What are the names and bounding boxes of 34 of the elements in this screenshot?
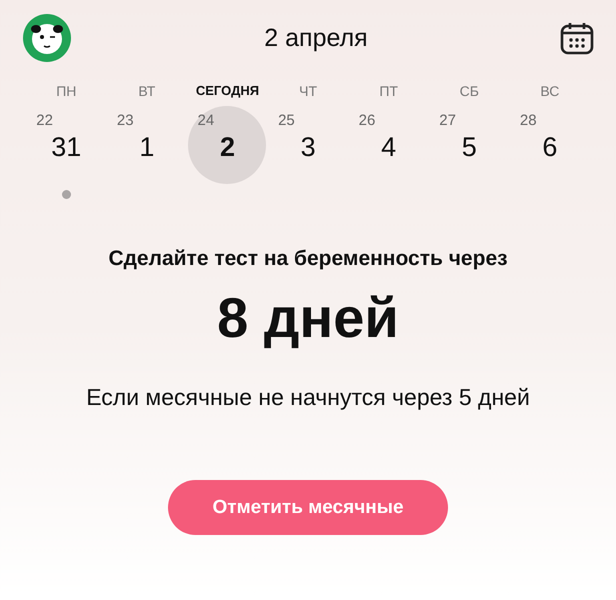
weekday-label: ПН (56, 82, 76, 101)
prediction-lead: Сделайте тест на беременность через (108, 247, 508, 271)
prediction-value: 8 дней (217, 285, 399, 350)
date-number: 3 (300, 132, 316, 162)
date-title: 2 апреля (264, 24, 368, 52)
cycle-day-number: 22 (36, 112, 53, 129)
day-cell[interactable]: 26 4 (350, 106, 428, 184)
weekday-label: ВТ (138, 82, 156, 101)
weekday-label: ЧТ (299, 82, 318, 101)
cycle-day-number: 27 (439, 112, 456, 129)
prediction-note: Если месячные не начнутся через 5 дней (86, 384, 530, 411)
day-cell[interactable]: 28 6 (510, 106, 589, 184)
date-number: 1 (139, 132, 154, 162)
weekday-label: ВС (540, 82, 560, 101)
day-cell[interactable]: 24 2 (188, 106, 266, 184)
date-number: 31 (51, 132, 82, 162)
cycle-day-number: 23 (116, 112, 134, 129)
weekday-label: СБ (460, 82, 479, 101)
cycle-day-number: 28 (520, 112, 537, 129)
dog-avatar-icon[interactable] (22, 13, 72, 63)
weekday-label: СЕГОДНЯ (196, 82, 260, 100)
date-number: 4 (381, 132, 396, 162)
day-cell[interactable]: 27 5 (430, 106, 508, 184)
cycle-day-number: 26 (358, 112, 376, 129)
calendar-icon[interactable] (560, 21, 594, 55)
date-number: 5 (462, 132, 477, 162)
day-cell[interactable]: 25 3 (269, 106, 348, 184)
day-cell[interactable]: 23 1 (108, 106, 186, 184)
cycle-day-number: 25 (278, 112, 295, 129)
date-number: 6 (542, 132, 558, 162)
date-number: 2 (220, 132, 235, 162)
weekday-label: ПТ (379, 82, 398, 101)
cycle-day-number: 24 (197, 112, 214, 129)
day-cell[interactable]: 22 31 (27, 106, 106, 184)
